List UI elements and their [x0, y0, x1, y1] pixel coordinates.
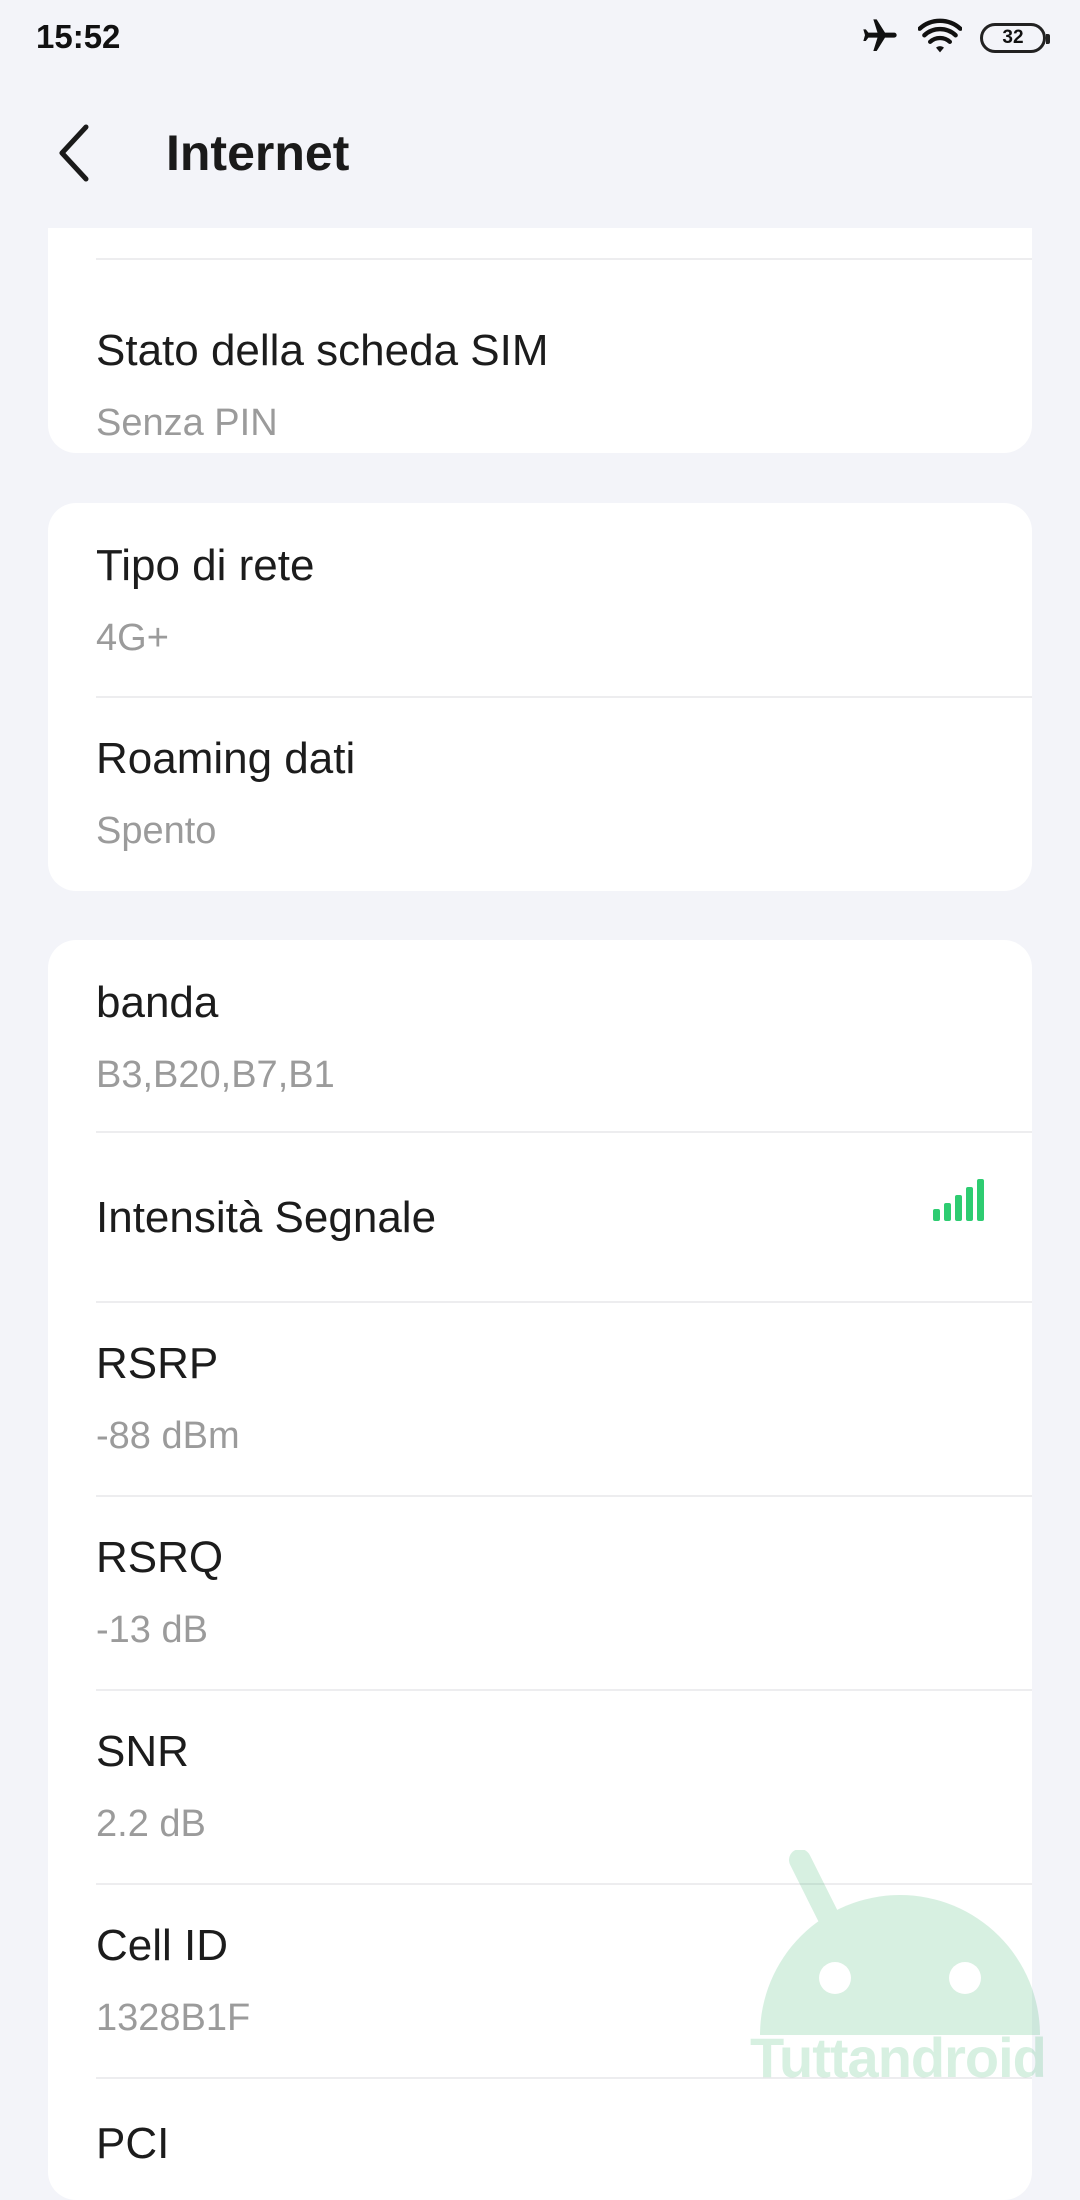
- airplane-icon: [860, 16, 900, 61]
- item-title: Tipo di rete: [96, 541, 315, 590]
- item-value: 1328B1F: [96, 1997, 251, 2039]
- item-value: -88 dBm: [96, 1415, 240, 1457]
- item-value: Spento: [96, 810, 217, 852]
- item-value: 2.2 dB: [96, 1803, 206, 1845]
- item-title: RSRP: [96, 1339, 219, 1388]
- item-title: RSRQ: [96, 1533, 224, 1582]
- battery-level: 32: [1002, 27, 1024, 48]
- item-title: banda: [96, 978, 219, 1027]
- item-title: Roaming dati: [96, 734, 356, 783]
- app-bar: Internet: [0, 78, 1080, 228]
- wifi-icon: [917, 16, 963, 61]
- list-item-rsrp[interactable]: RSRP -88 dBm: [96, 1303, 1032, 1495]
- list-item-snr[interactable]: SNR 2.2 dB: [96, 1691, 1032, 1883]
- item-title: PCI: [96, 2119, 170, 2168]
- page-title: Internet: [166, 125, 350, 181]
- item-title: Cell ID: [96, 1921, 229, 1970]
- radio-info-card-section: banda B3,B20,B7,B1 Intensità Segnale RSR…: [48, 940, 1032, 2200]
- status-icons: 32: [860, 16, 1050, 61]
- chevron-left-icon: [59, 124, 89, 182]
- item-value: B3,B20,B7,B1: [96, 1054, 335, 1096]
- item-value: Senza PIN: [96, 402, 278, 444]
- list-item-signal-strength[interactable]: Intensità Segnale: [96, 1133, 1032, 1301]
- item-title: Stato della scheda SIM: [96, 326, 549, 375]
- item-value: -13 dB: [96, 1609, 208, 1651]
- network-card-section: Tipo di rete 4G+ Roaming dati Spento: [48, 503, 1032, 891]
- list-item-sim-state[interactable]: Stato della scheda SIM Senza PIN: [96, 260, 1032, 453]
- sim-card-section: Stato della scheda SIM Senza PIN: [48, 228, 1032, 453]
- item-title: SNR: [96, 1727, 189, 1776]
- status-time: 15:52: [36, 18, 121, 55]
- list-item-band[interactable]: banda B3,B20,B7,B1: [96, 940, 1032, 1132]
- item-value: 4G+: [96, 617, 169, 659]
- list-item-network-type[interactable]: Tipo di rete 4G+: [96, 503, 1032, 697]
- list-item-data-roaming[interactable]: Roaming dati Spento: [96, 698, 1032, 891]
- list-item-rsrq[interactable]: RSRQ -13 dB: [96, 1497, 1032, 1689]
- list-item-pci[interactable]: PCI: [96, 2079, 1032, 2200]
- battery-icon: 32: [980, 23, 1050, 53]
- list-item-cell-id[interactable]: Cell ID 1328B1F: [96, 1885, 1032, 2077]
- status-bar: 15:52 32: [0, 0, 1080, 78]
- signal-bars-icon: [933, 1177, 984, 1221]
- item-title: Intensità Segnale: [96, 1193, 437, 1242]
- back-button[interactable]: [44, 114, 104, 192]
